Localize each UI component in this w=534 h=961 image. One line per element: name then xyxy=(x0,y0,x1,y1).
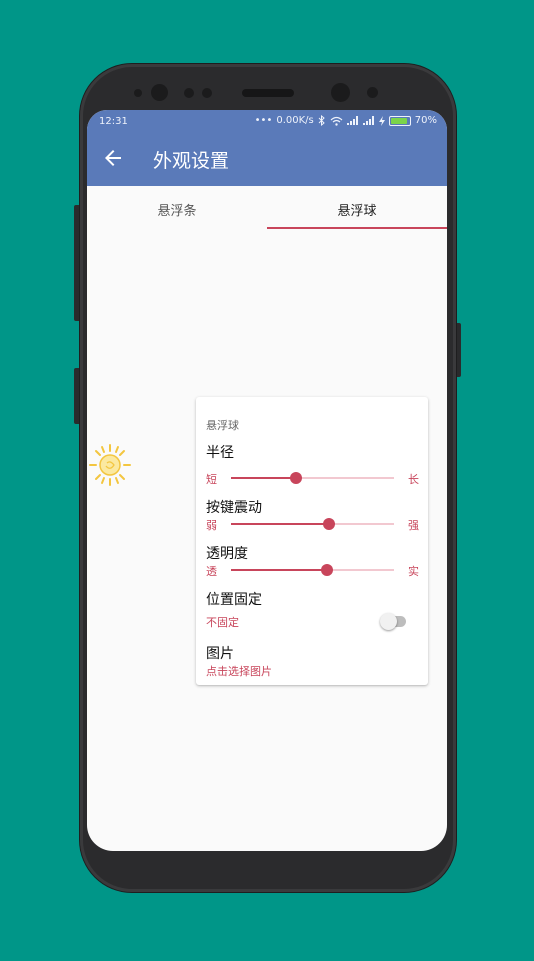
opacity-min-label: 透 xyxy=(206,565,217,578)
sensor xyxy=(202,88,212,98)
vibration-min-label: 弱 xyxy=(206,519,217,532)
bluetooth-icon xyxy=(318,115,325,126)
slider-thumb[interactable] xyxy=(322,518,335,530)
iris-camera xyxy=(331,83,350,102)
vibration-label: 按键震动 xyxy=(206,500,262,516)
arrow-left-icon[interactable] xyxy=(101,146,125,170)
front-camera xyxy=(151,84,168,101)
slider-active-track xyxy=(231,569,328,571)
app-bar: 12:31 ••• 0.00K/s 70% 外观设置 xyxy=(87,110,447,186)
sensor xyxy=(367,87,378,98)
radius-slider[interactable] xyxy=(231,472,394,484)
radius-label: 半径 xyxy=(206,445,234,461)
opacity-max-label: 实 xyxy=(408,565,419,578)
slider-thumb[interactable] xyxy=(321,564,334,576)
card-subtitle: 悬浮球 xyxy=(206,419,239,432)
opacity-slider[interactable] xyxy=(231,564,394,576)
tab-bar: 悬浮条 悬浮球 xyxy=(87,186,447,230)
status-time: 12:31 xyxy=(99,116,128,127)
image-label: 图片 xyxy=(206,646,234,662)
wifi-icon xyxy=(330,116,343,126)
status-bar: 12:31 ••• 0.00K/s 70% xyxy=(87,110,447,134)
slider-active-track xyxy=(231,523,329,525)
vibration-max-label: 强 xyxy=(408,519,419,532)
signal-icon xyxy=(362,116,374,125)
battery-icon xyxy=(388,115,411,126)
battery-level: 70% xyxy=(414,115,437,126)
net-speed: 0.00K/s xyxy=(276,115,314,126)
position-fixed-toggle[interactable] xyxy=(380,612,410,632)
vibration-slider[interactable] xyxy=(231,518,394,530)
opacity-label: 透明度 xyxy=(206,546,248,562)
choose-image-link[interactable]: 点击选择图片 xyxy=(206,663,272,679)
radius-max-label: 长 xyxy=(408,473,419,486)
position-fixed-value: 不固定 xyxy=(206,616,239,629)
toggle-knob xyxy=(380,613,397,630)
tab-floating-ball[interactable]: 悬浮球 xyxy=(267,200,447,219)
slider-thumb[interactable] xyxy=(290,472,303,484)
earpiece-speaker xyxy=(242,89,294,97)
slider-active-track xyxy=(231,477,297,479)
tab-indicator xyxy=(267,227,447,229)
sun-icon[interactable] xyxy=(87,442,133,488)
more-icon: ••• xyxy=(254,115,273,126)
screen: 12:31 ••• 0.00K/s 70% 外观设置 悬浮条 悬浮球 悬浮球 半… xyxy=(87,110,447,851)
charging-icon xyxy=(378,115,385,126)
signal-icon xyxy=(346,116,358,125)
position-fixed-label: 位置固定 xyxy=(206,592,262,608)
sensor xyxy=(134,89,142,97)
page-title: 外观设置 xyxy=(153,150,230,172)
floating-ball-settings-card: 悬浮球 半径 短 长 按键震动 弱 强 透明度 透 实 位置固定 不固定 图片 … xyxy=(196,397,428,685)
radius-min-label: 短 xyxy=(206,473,217,486)
sensor xyxy=(184,88,194,98)
tab-floating-bar[interactable]: 悬浮条 xyxy=(87,200,267,219)
